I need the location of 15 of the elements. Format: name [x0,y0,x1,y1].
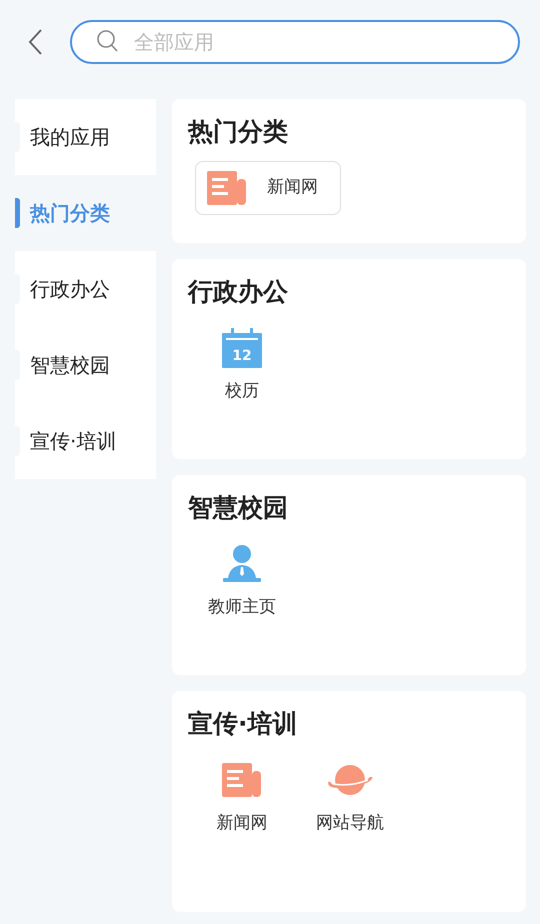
app-tile[interactable]: 教师主页 [188,537,296,620]
newspaper-icon [207,171,247,205]
search-field[interactable]: 全部应用 [70,20,520,64]
search-icon [97,30,119,54]
section-title: 行政办公 [188,276,289,308]
section-title: 宣传·培训 [188,708,298,740]
person-icon [222,544,262,584]
app-tile[interactable]: 12 校历 [188,321,296,404]
app-button[interactable]: 新闻网 [195,161,341,215]
app-tile[interactable]: 网站导航 [296,753,404,836]
back-icon[interactable] [26,28,44,56]
app-tile[interactable]: 新闻网 [188,753,296,836]
section-title: 智慧校园 [188,492,289,524]
newspaper-icon [222,763,262,797]
section-title: 热门分类 [188,116,289,148]
